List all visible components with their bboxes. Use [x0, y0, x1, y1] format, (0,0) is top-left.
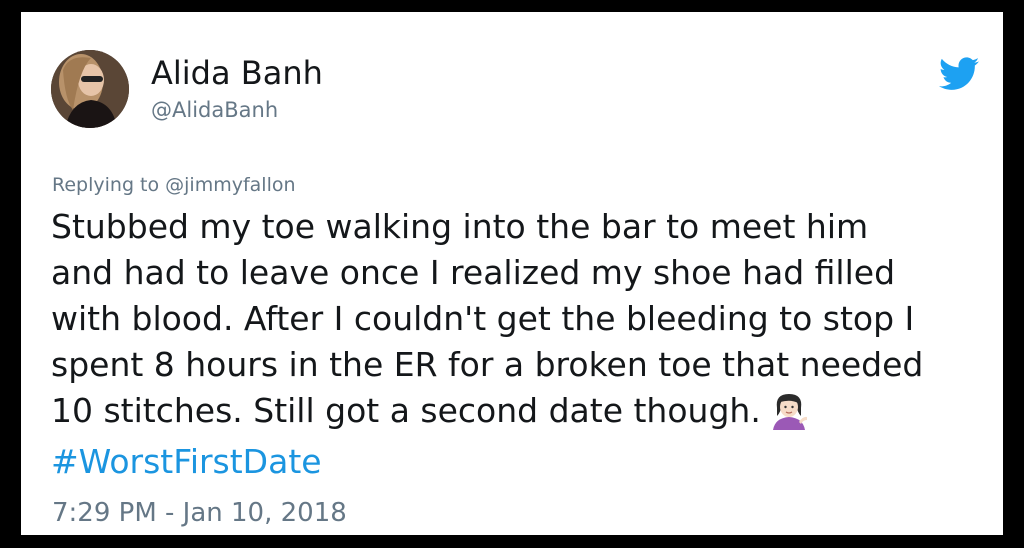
tweet-text-line-last: 10 stitches. Still got a second date tho… [51, 388, 996, 434]
avatar-image [51, 50, 129, 128]
tweet-card: Alida Banh @AlidaBanh Replying to @jimmy… [21, 12, 1003, 535]
tweet-text-line: Stubbed my toe walking into the bar to m… [51, 207, 869, 246]
reply-mention-link[interactable]: @jimmyfallon [165, 174, 295, 196]
tweet-text-line: spent 8 hours in the ER for a broken toe… [51, 345, 924, 384]
tweet-text-line: with blood. After I couldn't get the ble… [51, 299, 915, 338]
author-handle[interactable]: @AlidaBanh [151, 98, 278, 122]
replying-prefix: Replying to [52, 174, 166, 196]
twitter-bird-icon[interactable] [939, 56, 979, 92]
person-tipping-hand-emoji [772, 394, 807, 430]
replying-to: Replying to @jimmyfallon [52, 174, 296, 196]
tweet-timestamp[interactable]: 7:29 PM - Jan 10, 2018 [52, 498, 347, 528]
tweet-text-line: and had to leave once I realized my shoe… [51, 253, 896, 292]
tweet-text: Stubbed my toe walking into the bar to m… [51, 204, 996, 434]
tweet-text-line: 10 stitches. Still got a second date tho… [51, 391, 761, 430]
hashtag-link[interactable]: #WorstFirstDate [51, 442, 322, 481]
author-name[interactable]: Alida Banh [151, 54, 323, 92]
avatar[interactable] [51, 50, 129, 128]
